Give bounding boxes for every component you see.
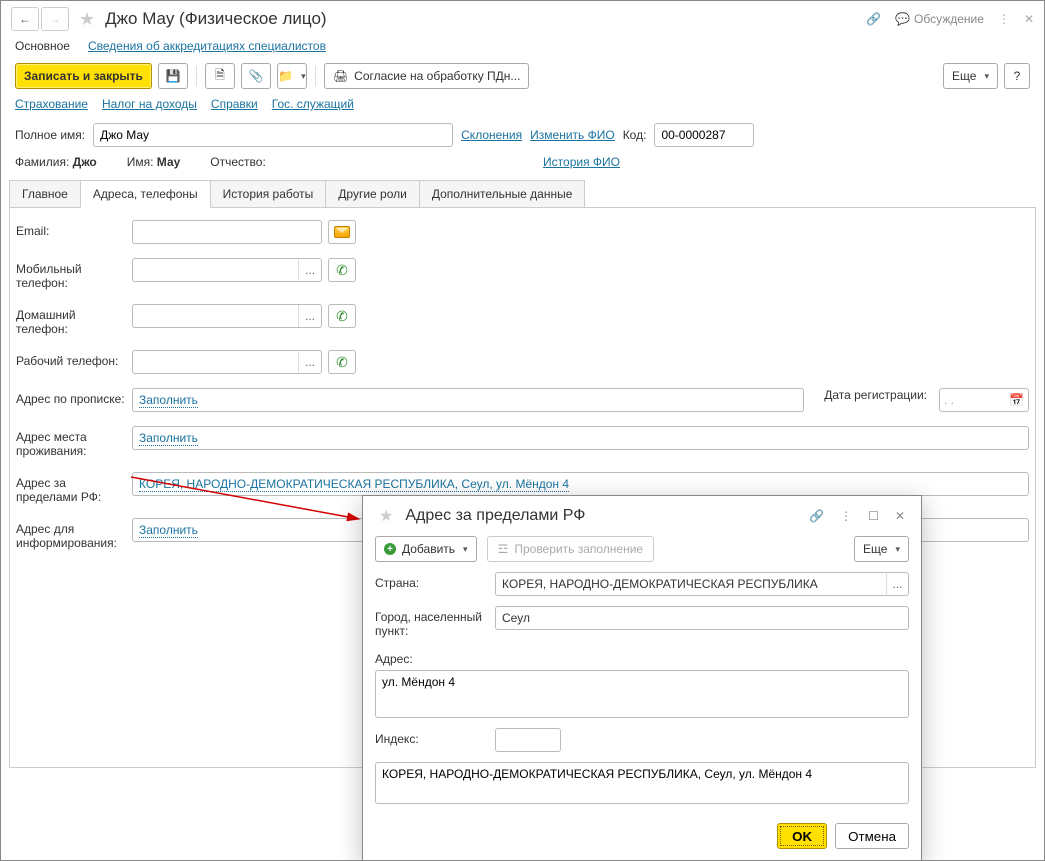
reg-date-input[interactable]: . .📅 (939, 388, 1029, 412)
reg-addr-label: Адрес по прописке: (16, 388, 126, 406)
foreign-addr-input[interactable]: КОРЕЯ, НАРОДНО-ДЕМОКРАТИЧЕСКАЯ РЕСПУБЛИК… (132, 472, 1029, 496)
phone-icon: ✆ (336, 354, 348, 371)
separator (196, 66, 197, 86)
email-label: Email: (16, 220, 126, 238)
addr-label: Адрес: (375, 648, 413, 666)
phone-icon: ✆ (336, 308, 348, 325)
nav-fwd-button[interactable]: → (41, 7, 69, 31)
city-input[interactable]: Сеул (495, 606, 909, 630)
tab-extra[interactable]: Дополнительные данные (419, 180, 586, 208)
mobile-label: Мобильный телефон: (16, 258, 126, 290)
cancel-button[interactable]: Отмена (835, 823, 909, 849)
check-fill-button[interactable]: ☲ Проверить заполнение (487, 536, 655, 562)
kebab-icon[interactable]: ⋮ (998, 12, 1010, 26)
list-icon: ☲ (498, 542, 509, 556)
subnav-main[interactable]: Основное (15, 39, 70, 53)
save-button[interactable]: 💾 (158, 63, 188, 89)
work-phone-input[interactable]: ... (132, 350, 322, 374)
tab-main[interactable]: Главное (9, 180, 81, 208)
mobile-input[interactable]: ... (132, 258, 322, 282)
link-tax[interactable]: Налог на доходы (102, 97, 197, 111)
phone-icon: ✆ (336, 262, 348, 279)
full-name-label: Полное имя: (15, 128, 85, 142)
link-certs[interactable]: Справки (211, 97, 258, 111)
live-addr-input[interactable]: Заполнить (132, 426, 1029, 450)
folder-button[interactable]: 📁▾ (277, 63, 307, 89)
declension-link[interactable]: Склонения (461, 128, 522, 142)
dialog-close-icon[interactable]: ✕ (891, 509, 909, 523)
nav-back-button[interactable]: ← (11, 7, 39, 31)
close-icon[interactable]: ✕ (1024, 12, 1034, 26)
discussion-link[interactable]: 💬 Обсуждение (895, 12, 984, 26)
ellipsis-icon[interactable]: ... (298, 305, 321, 327)
attach-button[interactable]: 📎 (241, 63, 271, 89)
fio-history-link[interactable]: История ФИО (543, 155, 620, 169)
tab-roles[interactable]: Другие роли (325, 180, 420, 208)
country-input[interactable]: КОРЕЯ, НАРОДНО-ДЕМОКРАТИЧЕСКАЯ РЕСПУБЛИК… (495, 572, 909, 596)
city-label: Город, населенный пункт: (375, 606, 487, 638)
index-input[interactable] (495, 728, 561, 752)
subnav-accreditations[interactable]: Сведения об аккредитациях специалистов (88, 39, 326, 53)
reg-date-label: Дата регистрации: (824, 388, 927, 402)
index-label: Индекс: (375, 728, 487, 746)
summary-textarea[interactable] (375, 762, 909, 804)
plus-icon: + (384, 543, 396, 555)
tab-addresses[interactable]: Адреса, телефоны (80, 180, 211, 208)
work-phone-label: Рабочий телефон: (16, 350, 126, 368)
code-input[interactable] (654, 123, 754, 147)
print-icon: 🖨 (333, 69, 348, 83)
addr-textarea[interactable] (375, 670, 909, 718)
doc-button[interactable]: 🗎 (205, 63, 235, 89)
save-close-button[interactable]: Записать и закрыть (15, 63, 152, 89)
foreign-addr-value[interactable]: КОРЕЯ, НАРОДНО-ДЕМОКРАТИЧЕСКАЯ РЕСПУБЛИК… (139, 477, 569, 492)
home-phone-input[interactable]: ... (132, 304, 322, 328)
foreign-addr-label: Адрес за пределами РФ: (16, 472, 126, 504)
dialog-maximize-icon[interactable]: ☐ (864, 509, 883, 523)
fill-link[interactable]: Заполнить (139, 431, 198, 446)
help-button[interactable]: ? (1004, 63, 1030, 89)
link-insurance[interactable]: Страхование (15, 97, 88, 111)
more-button[interactable]: Еще▾ (943, 63, 998, 89)
ellipsis-icon[interactable]: ... (298, 259, 321, 281)
dialog-kebab-icon[interactable]: ⋮ (836, 509, 856, 523)
full-name-input[interactable] (93, 123, 453, 147)
change-fio-link[interactable]: Изменить ФИО (530, 128, 615, 142)
dialog-star-icon[interactable]: ★ (379, 506, 393, 526)
mail-icon (334, 226, 350, 238)
code-label: Код: (623, 128, 647, 142)
fill-link[interactable]: Заполнить (139, 523, 198, 538)
discussion-icon: 💬 (895, 12, 910, 26)
ellipsis-icon[interactable]: ... (298, 351, 321, 373)
consent-button[interactable]: 🖨 Согласие на обработку ПДн... (324, 63, 529, 89)
separator (315, 66, 316, 86)
dialog-link-icon[interactable]: 🔗 (805, 509, 828, 523)
dialog-title: Адрес за пределами РФ (405, 507, 797, 525)
ok-button[interactable]: OK (777, 823, 827, 849)
live-addr-label: Адрес места проживания: (16, 426, 126, 458)
name-block: Имя: Мау (127, 155, 181, 169)
add-button[interactable]: + Добавить ▾ (375, 536, 477, 562)
dialog-more-button[interactable]: Еще▾ (854, 536, 909, 562)
home-phone-label: Домашний телефон: (16, 304, 126, 336)
inform-addr-label: Адрес для информирования: (16, 518, 126, 550)
ellipsis-icon[interactable]: ... (886, 573, 908, 595)
country-label: Страна: (375, 572, 487, 590)
reg-addr-input[interactable]: Заполнить (132, 388, 804, 412)
link-icon[interactable]: 🔗 (866, 12, 881, 26)
page-title: Джо Мау (Физическое лицо) (105, 9, 326, 29)
patr-block: Отчество: (210, 155, 266, 169)
foreign-address-dialog: ★ Адрес за пределами РФ 🔗 ⋮ ☐ ✕ + Добави… (362, 495, 922, 861)
link-gov[interactable]: Гос. служащий (272, 97, 354, 111)
email-input[interactable] (132, 220, 322, 244)
fill-link[interactable]: Заполнить (139, 393, 198, 408)
mobile-call-button[interactable]: ✆ (328, 258, 356, 282)
home-call-button[interactable]: ✆ (328, 304, 356, 328)
favorite-star-icon[interactable]: ★ (79, 9, 95, 30)
email-send-button[interactable] (328, 220, 356, 244)
surname-block: Фамилия: Джо (15, 155, 97, 169)
calendar-icon[interactable]: 📅 (1009, 393, 1024, 407)
work-call-button[interactable]: ✆ (328, 350, 356, 374)
tab-work-history[interactable]: История работы (210, 180, 327, 208)
